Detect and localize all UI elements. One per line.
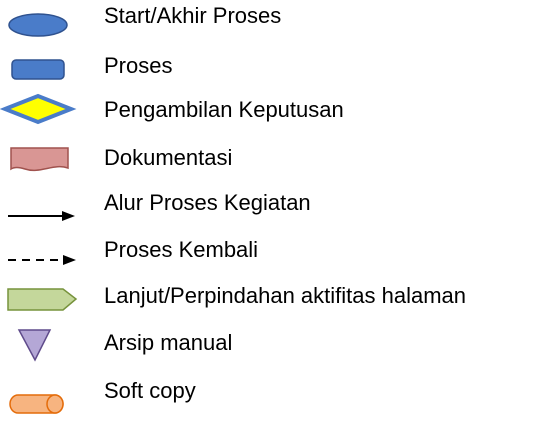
legend-row-softcopy: Soft copy xyxy=(0,370,550,414)
legend-row-start-end: Start/Akhir Proses xyxy=(0,0,550,44)
legend-label-softcopy: Soft copy xyxy=(104,378,196,403)
legend-label-documentation: Dokumentasi xyxy=(104,145,233,170)
process-rectangle-icon xyxy=(11,59,65,80)
solid-arrow-icon xyxy=(8,211,75,221)
legend-label-offpage: Lanjut/Perpindahan aktifitas halaman xyxy=(104,283,467,308)
legend-label-decision: Pengambilan Keputusan xyxy=(104,97,344,122)
softcopy-cylinder-icon xyxy=(9,394,64,414)
legend-row-documentation: Dokumentasi xyxy=(0,136,550,180)
archive-triangle-icon xyxy=(17,329,52,362)
legend-row-flow-arrow: Alur Proses Kegiatan xyxy=(0,188,550,232)
legend-row-decision: Pengambilan Keputusan xyxy=(0,88,550,132)
dashed-arrow-icon xyxy=(8,255,76,265)
decision-diamond-icon xyxy=(0,93,77,125)
legend-row-offpage: Lanjut/Perpindahan aktifitas halaman xyxy=(0,280,550,324)
legend-label-start-end: Start/Akhir Proses xyxy=(104,3,282,28)
legend-row-process: Proses xyxy=(0,46,550,90)
legend-label-return: Proses Kembali xyxy=(104,237,259,262)
legend-label-process: Proses xyxy=(104,53,173,78)
legend-row-return-arrow: Proses Kembali xyxy=(0,234,550,278)
flowchart-symbol-legend: Start/Akhir Proses Proses Pengambilan Ke… xyxy=(0,0,550,430)
legend-label-flow: Alur Proses Kegiatan xyxy=(104,190,311,215)
legend-label-archive: Arsip manual xyxy=(104,330,233,355)
document-shape-icon xyxy=(10,147,69,171)
terminator-ellipse-icon xyxy=(8,13,68,37)
legend-row-archive: Arsip manual xyxy=(0,324,550,368)
offpage-connector-icon xyxy=(7,288,78,311)
